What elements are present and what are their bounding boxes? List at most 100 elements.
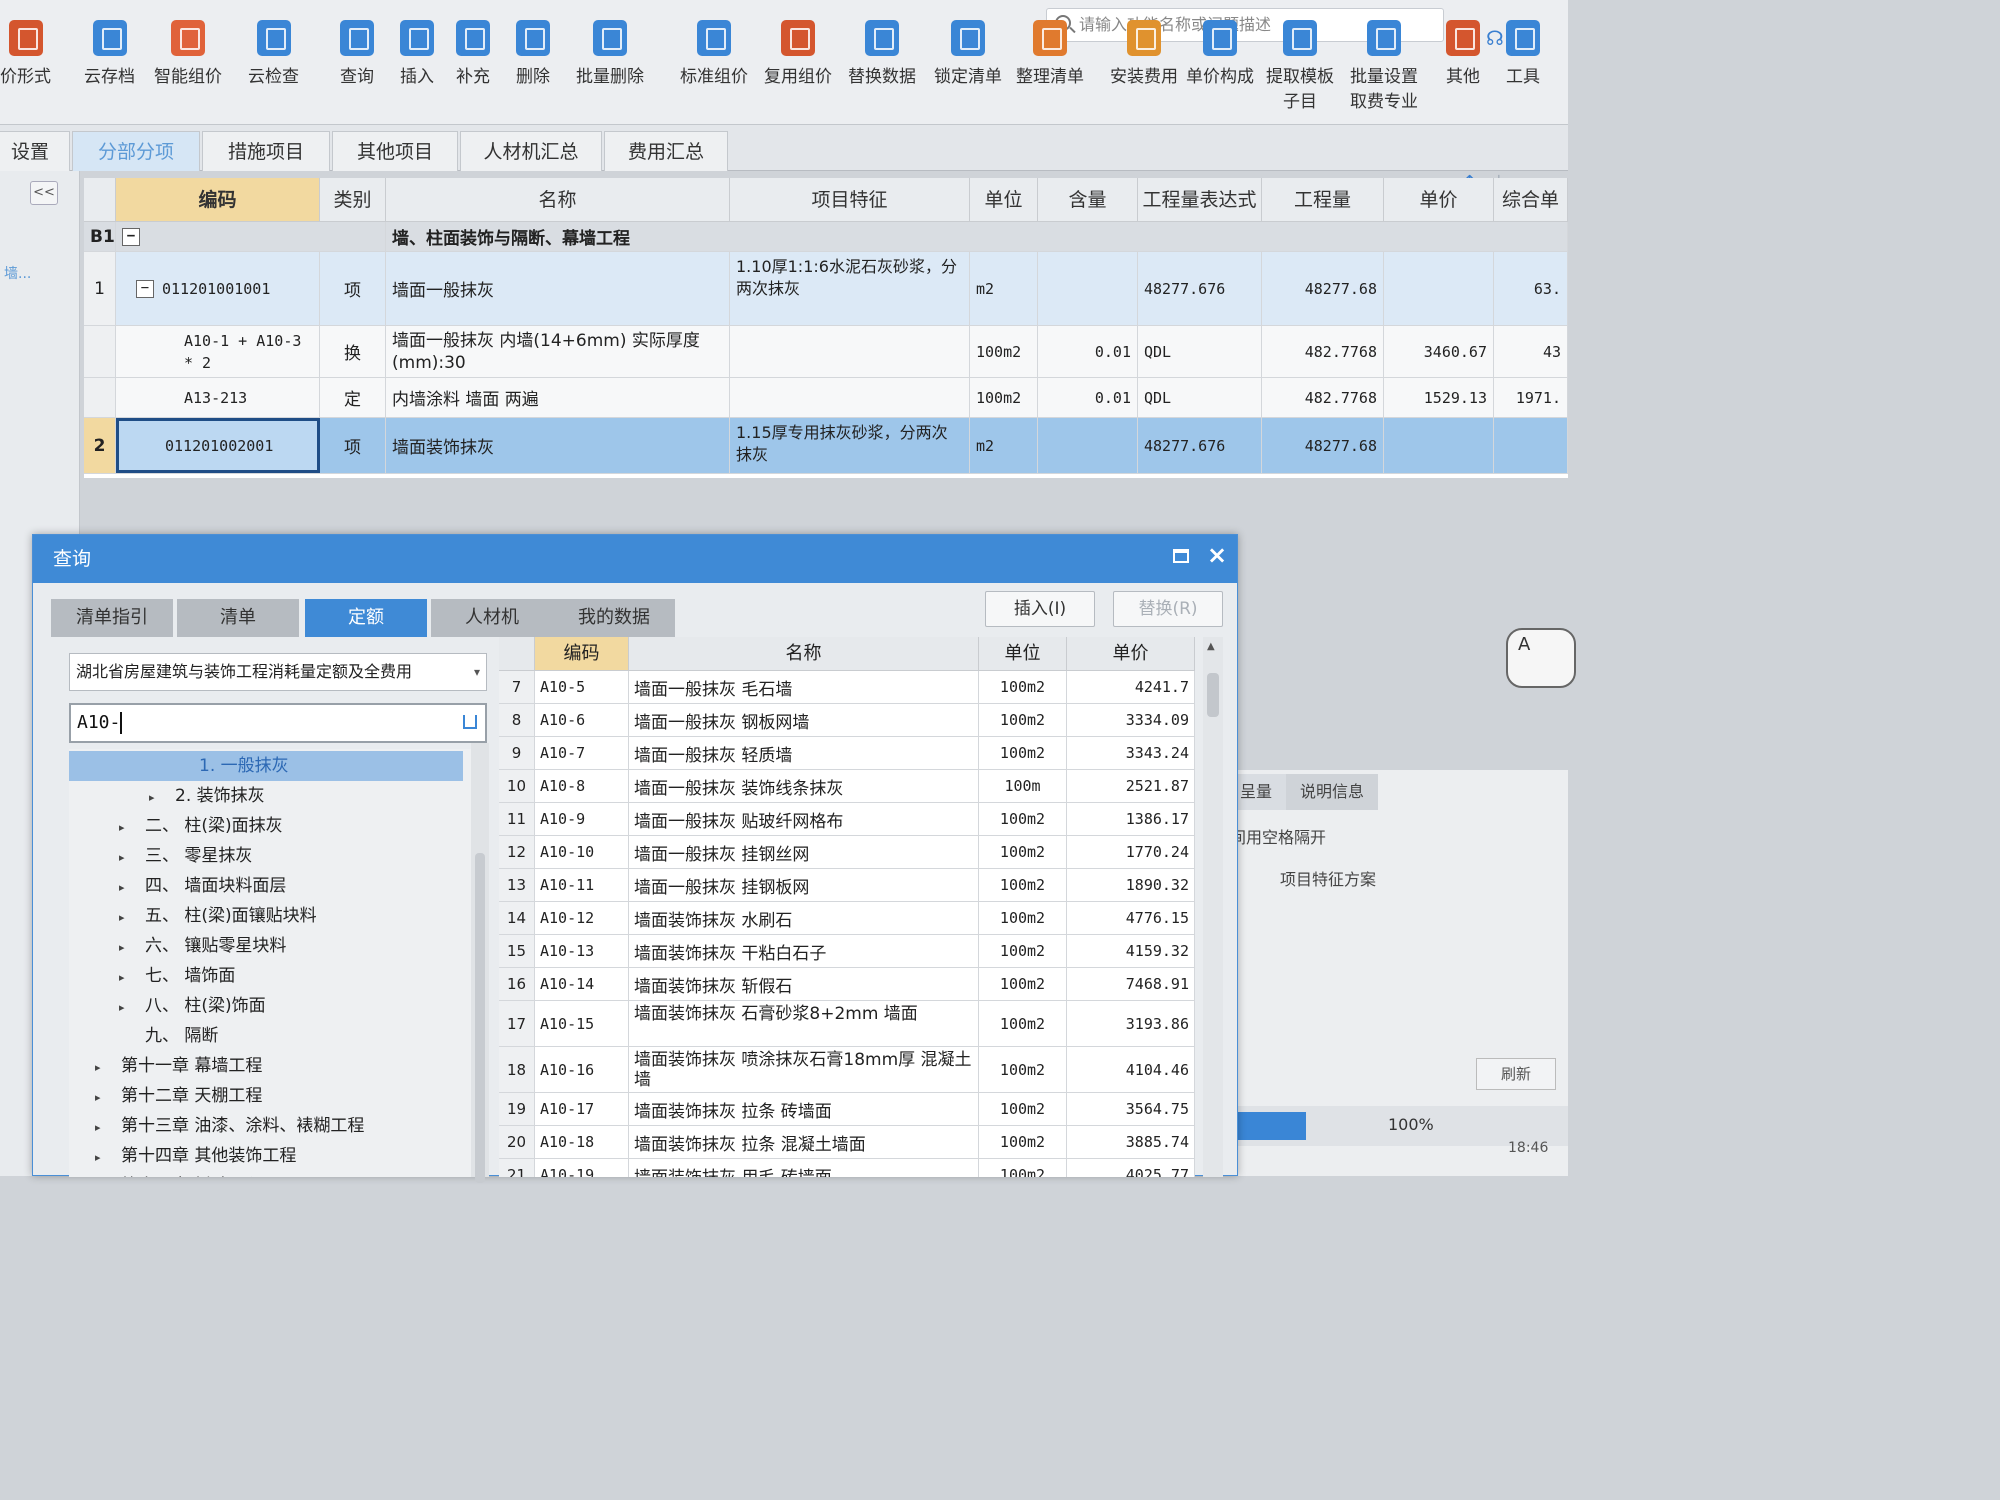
tab-labor-material-summary[interactable]: 人材机汇总 — [460, 131, 602, 171]
item-content[interactable] — [1038, 252, 1138, 325]
item-unit[interactable]: m2 — [970, 252, 1038, 325]
toolbar-button-1[interactable]: 云存档 — [84, 20, 135, 87]
quota-code[interactable]: A10-5 — [535, 671, 629, 703]
tab-labor-material[interactable]: 人材机 — [431, 599, 553, 637]
quota-name[interactable]: 墙面装饰抹灰 干粘白石子 — [629, 935, 979, 967]
toolbar-button-2[interactable]: 智能组价 — [154, 20, 222, 87]
header-content[interactable]: 含量 — [1038, 178, 1138, 222]
expand-arrow-icon[interactable]: ▸ — [95, 1053, 109, 1083]
tree-item[interactable]: ▸ 第十二章 天棚工程 — [95, 1081, 262, 1111]
table-row[interactable]: 17 A10-15 墙面装饰抹灰 石膏砂浆8+2mm 墙面 100m2 3193.86 — [499, 1001, 1195, 1047]
quota-unit-price[interactable]: 3885.74 — [1067, 1126, 1195, 1158]
quota-code[interactable]: A13-213 — [116, 378, 320, 417]
tab-description[interactable]: 说明信息 — [1286, 774, 1379, 810]
quota-unit-price[interactable]: 1770.24 — [1067, 836, 1195, 868]
quota-unit-price[interactable]: 3564.75 — [1067, 1093, 1195, 1125]
toolbar-button-14[interactable]: 安装费用 — [1110, 20, 1178, 87]
expand-arrow-icon[interactable]: ▸ — [95, 1083, 109, 1113]
input-method-icon[interactable]: A — [1506, 628, 1576, 688]
collapse-toggle-icon[interactable]: − — [136, 279, 154, 298]
tab-bill-guide[interactable]: 清单指引 — [51, 599, 173, 637]
table-row[interactable]: 14 A10-12 墙面装饰抹灰 水刷石 100m2 4776.15 — [499, 902, 1195, 935]
quota-library-select[interactable]: 湖北省房屋建筑与装饰工程消耗量定额及全费用 ▾ — [69, 653, 487, 691]
expand-arrow-icon[interactable]: ▸ — [95, 1173, 109, 1177]
quota-type[interactable]: 换 — [320, 326, 386, 377]
table-row[interactable]: 15 A10-13 墙面装饰抹灰 干粘白石子 100m2 4159.32 — [499, 935, 1195, 968]
expand-arrow-icon[interactable]: ▸ — [119, 873, 133, 903]
toolbar-button-13[interactable]: 整理清单 — [1016, 20, 1084, 87]
quota-unit[interactable]: 100m2 — [979, 935, 1067, 967]
item-code-cell[interactable]: −011201001001 — [116, 252, 320, 325]
quota-name[interactable]: 墙面装饰抹灰 石膏砂浆8+2mm 墙面 — [629, 1001, 979, 1046]
table-row[interactable]: 13 A10-11 墙面一般抹灰 挂钢板网 100m2 1890.32 — [499, 869, 1195, 902]
quota-unit-price[interactable]: 1386.17 — [1067, 803, 1195, 835]
quota-code[interactable]: A10-13 — [535, 935, 629, 967]
quota-name[interactable]: 墙面一般抹灰 钢板网墙 — [629, 704, 979, 736]
table-row[interactable]: 19 A10-17 墙面装饰抹灰 拉条 砖墙面 100m2 3564.75 — [499, 1093, 1195, 1126]
table-row[interactable]: 11 A10-9 墙面一般抹灰 贴玻纤网格布 100m2 1386.17 — [499, 803, 1195, 836]
quota-feature[interactable] — [730, 378, 970, 417]
table-row[interactable]: 12 A10-10 墙面一般抹灰 挂钢丝网 100m2 1770.24 — [499, 836, 1195, 869]
tree-item[interactable]: ▸ 三、 零星抹灰 — [119, 841, 252, 871]
quota-unit-price[interactable]: 4776.15 — [1067, 902, 1195, 934]
quota-unit[interactable]: 100m2 — [979, 869, 1067, 901]
header-unit[interactable]: 单位 — [970, 178, 1038, 222]
tab-other-items[interactable]: 其他项目 — [332, 131, 458, 171]
quota-name[interactable]: 墙面一般抹灰 挂钢板网 — [629, 869, 979, 901]
tree-item[interactable]: ▸ 第十五章 拆除工程 — [95, 1171, 262, 1177]
table-row[interactable]: A10-1 + A10-3 * 2 换 墙面一般抹灰 内墙(14+6mm) 实际… — [84, 326, 1568, 378]
quota-unit-price[interactable]: 3334.09 — [1067, 704, 1195, 736]
quota-code[interactable]: A10-15 — [535, 1001, 629, 1046]
toolbar-button-18[interactable]: 其他 — [1446, 20, 1480, 87]
header-unit-price[interactable]: 单价 — [1067, 637, 1195, 671]
quota-unit-price[interactable]: 7468.91 — [1067, 968, 1195, 1000]
toolbar-button-10[interactable]: 复用组价 — [764, 20, 832, 87]
item-quantity-expression[interactable]: 48277.676 — [1138, 418, 1262, 473]
quota-unit[interactable]: 100m2 — [979, 968, 1067, 1000]
quota-content[interactable]: 0.01 — [1038, 326, 1138, 377]
collapse-button[interactable]: << — [30, 181, 58, 205]
header-composite-price[interactable]: 综合单 — [1494, 178, 1568, 222]
quota-name[interactable]: 墙面装饰抹灰 用毛 砖墙面 — [629, 1159, 979, 1177]
toolbar-button-6[interactable]: 补充 — [456, 20, 490, 87]
quota-unit[interactable]: 100m2 — [979, 902, 1067, 934]
toolbar-button-11[interactable]: 替换数据 — [848, 20, 916, 87]
item-name[interactable]: 墙面装饰抹灰 — [386, 418, 730, 473]
quota-unit-price[interactable]: 4159.32 — [1067, 935, 1195, 967]
quota-quantity-expression[interactable]: QDL — [1138, 326, 1262, 377]
item-composite-price[interactable] — [1494, 418, 1568, 473]
item-type[interactable]: 项 — [320, 252, 386, 325]
clear-icon[interactable] — [463, 715, 477, 729]
scroll-up-icon[interactable]: ▲ — [1207, 641, 1215, 652]
quota-unit[interactable]: 100m2 — [979, 704, 1067, 736]
header-code[interactable]: 编码 — [535, 637, 629, 671]
quota-code[interactable]: A10-10 — [535, 836, 629, 868]
header-unit-price[interactable]: 单价 — [1384, 178, 1494, 222]
quota-code[interactable]: A10-18 — [535, 1126, 629, 1158]
quota-code[interactable]: A10-11 — [535, 869, 629, 901]
tree-item[interactable]: ▸ 六、 镶贴零星块料 — [119, 931, 286, 961]
item-unit[interactable]: m2 — [970, 418, 1038, 473]
toolbar-button-4[interactable]: 查询 — [340, 20, 374, 87]
quota-unit[interactable]: 100m2 — [979, 1001, 1067, 1046]
quota-unit[interactable]: 100m2 — [979, 737, 1067, 769]
quota-unit[interactable]: 100m — [979, 770, 1067, 802]
tree-item[interactable]: ▸ 八、 柱(梁)饰面 — [119, 991, 266, 1021]
toolbar-button-9[interactable]: 标准组价 — [680, 20, 748, 87]
table-row[interactable]: A13-213 定 内墙涂料 墙面 两遍 100m2 0.01 QDL 482.… — [84, 378, 1568, 418]
header-feature[interactable]: 项目特征 — [730, 178, 970, 222]
item-unit-price[interactable] — [1384, 252, 1494, 325]
quota-unit[interactable]: 100m2 — [979, 671, 1067, 703]
tree-item[interactable]: ▸ 2. 装饰抹灰 — [149, 781, 265, 811]
toolbar-button-5[interactable]: 插入 — [400, 20, 434, 87]
quota-code[interactable]: A10-19 — [535, 1159, 629, 1177]
toolbar-button-19[interactable]: 工具 — [1506, 20, 1540, 87]
quota-name[interactable]: 墙面一般抹灰 内墙(14+6mm) 实际厚度(mm):30 — [386, 326, 730, 377]
maximize-icon[interactable] — [1173, 549, 1189, 563]
header-unit[interactable]: 单位 — [979, 637, 1067, 671]
tree-item[interactable]: ▸ 二、 柱(梁)面抹灰 — [119, 811, 283, 841]
quota-unit-price[interactable]: 1529.13 — [1384, 378, 1494, 417]
expand-arrow-icon[interactable]: ▸ — [119, 903, 133, 933]
header-type[interactable]: 类别 — [320, 178, 386, 222]
quota-unit[interactable]: 100m2 — [979, 1047, 1067, 1092]
